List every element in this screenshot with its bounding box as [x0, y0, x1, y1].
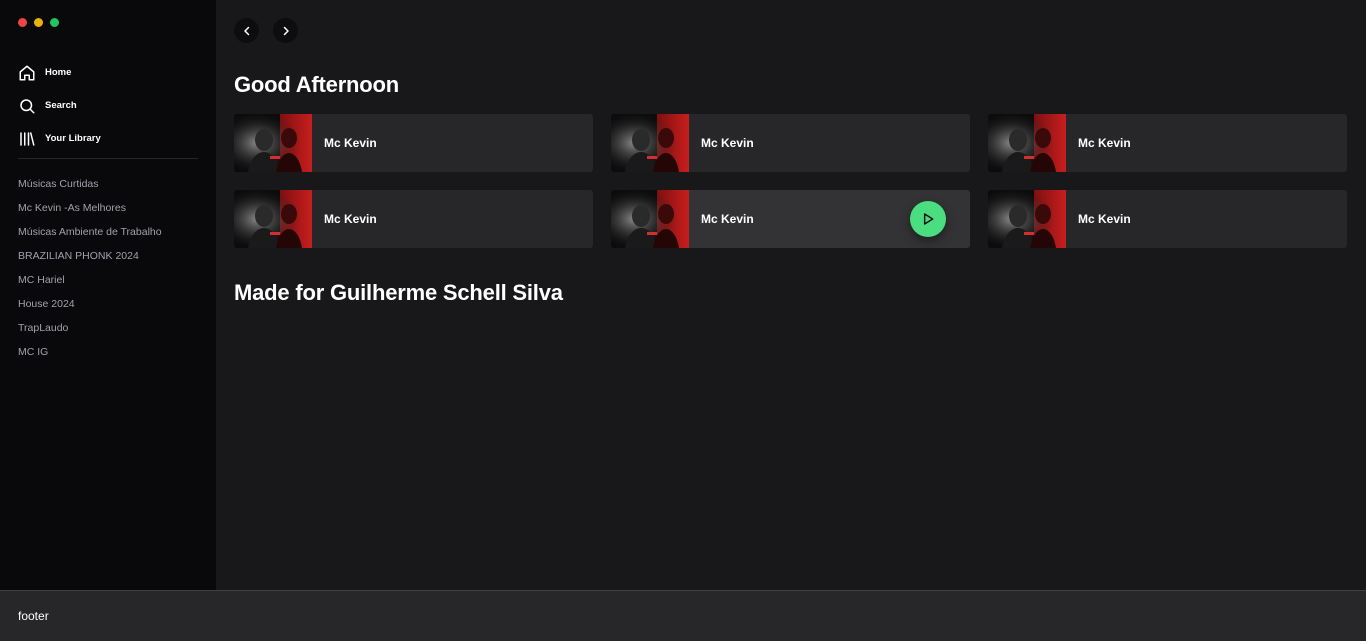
playlist-item[interactable]: House 2024	[18, 294, 208, 318]
history-nav	[234, 18, 298, 43]
album-card-title: Mc Kevin	[701, 136, 754, 150]
main-content: Good Afternoon Mc Kevin Mc Kevin Mc Kevi…	[216, 0, 1366, 590]
maximize-window-dot[interactable]	[50, 18, 59, 27]
nav-item-search[interactable]: Search	[18, 89, 198, 122]
album-cover	[611, 114, 689, 172]
made-for-heading: Made for Guilherme Schell Silva	[234, 280, 563, 305]
chevron-left-icon	[243, 26, 249, 35]
window-controls	[18, 18, 59, 27]
search-icon	[18, 97, 36, 115]
sidebar: Home Search Your Library Músicas Curtida…	[0, 0, 216, 590]
album-card[interactable]: Mc Kevin	[611, 114, 970, 172]
playlist-item[interactable]: Mc Kevin -As Melhores	[18, 198, 208, 222]
recent-grid: Mc Kevin Mc Kevin Mc Kevin Mc Kevin Mc K…	[234, 114, 1348, 248]
album-card-hovered[interactable]: Mc Kevin	[611, 190, 970, 248]
album-card[interactable]: Mc Kevin	[234, 190, 593, 248]
footer-text: footer	[18, 609, 49, 623]
album-cover	[611, 190, 689, 248]
album-card[interactable]: Mc Kevin	[234, 114, 593, 172]
home-icon	[18, 64, 36, 82]
back-button[interactable]	[234, 18, 259, 43]
album-card-title: Mc Kevin	[1078, 136, 1131, 150]
album-cover	[988, 114, 1066, 172]
playlist-item[interactable]: Músicas Ambiente de Trabalho	[18, 222, 208, 246]
playlist-item[interactable]: BRAZILIAN PHONK 2024	[18, 246, 208, 270]
album-card[interactable]: Mc Kevin	[988, 114, 1347, 172]
nav-item-home[interactable]: Home	[18, 56, 198, 89]
playlist-list: Músicas Curtidas Mc Kevin -As Melhores M…	[18, 174, 208, 366]
album-cover	[234, 190, 312, 248]
sidebar-divider	[18, 158, 198, 159]
playlist-item[interactable]: MC Hariel	[18, 270, 208, 294]
album-card-title: Mc Kevin	[701, 212, 754, 226]
minimize-window-dot[interactable]	[34, 18, 43, 27]
album-cover	[234, 114, 312, 172]
playlist-item[interactable]: Músicas Curtidas	[18, 174, 208, 198]
album-card-title: Mc Kevin	[324, 212, 377, 226]
greeting-heading: Good Afternoon	[234, 72, 400, 97]
nav-item-library[interactable]: Your Library	[18, 122, 198, 155]
footer: footer	[0, 590, 1366, 641]
album-card-title: Mc Kevin	[324, 136, 377, 150]
chevron-right-icon	[283, 26, 289, 35]
album-card[interactable]: Mc Kevin	[988, 190, 1347, 248]
playlist-item[interactable]: TrapLaudo	[18, 318, 208, 342]
forward-button[interactable]	[273, 18, 298, 43]
play-button[interactable]	[910, 201, 946, 237]
nav-label-home: Home	[45, 67, 72, 78]
sidebar-nav: Home Search Your Library	[18, 56, 198, 155]
album-card-title: Mc Kevin	[1078, 212, 1131, 226]
play-icon	[923, 213, 934, 225]
library-icon	[18, 130, 36, 148]
close-window-dot[interactable]	[18, 18, 27, 27]
playlist-item[interactable]: MC IG	[18, 342, 208, 366]
nav-label-library: Your Library	[45, 133, 101, 144]
album-cover	[988, 190, 1066, 248]
nav-label-search: Search	[45, 100, 77, 111]
